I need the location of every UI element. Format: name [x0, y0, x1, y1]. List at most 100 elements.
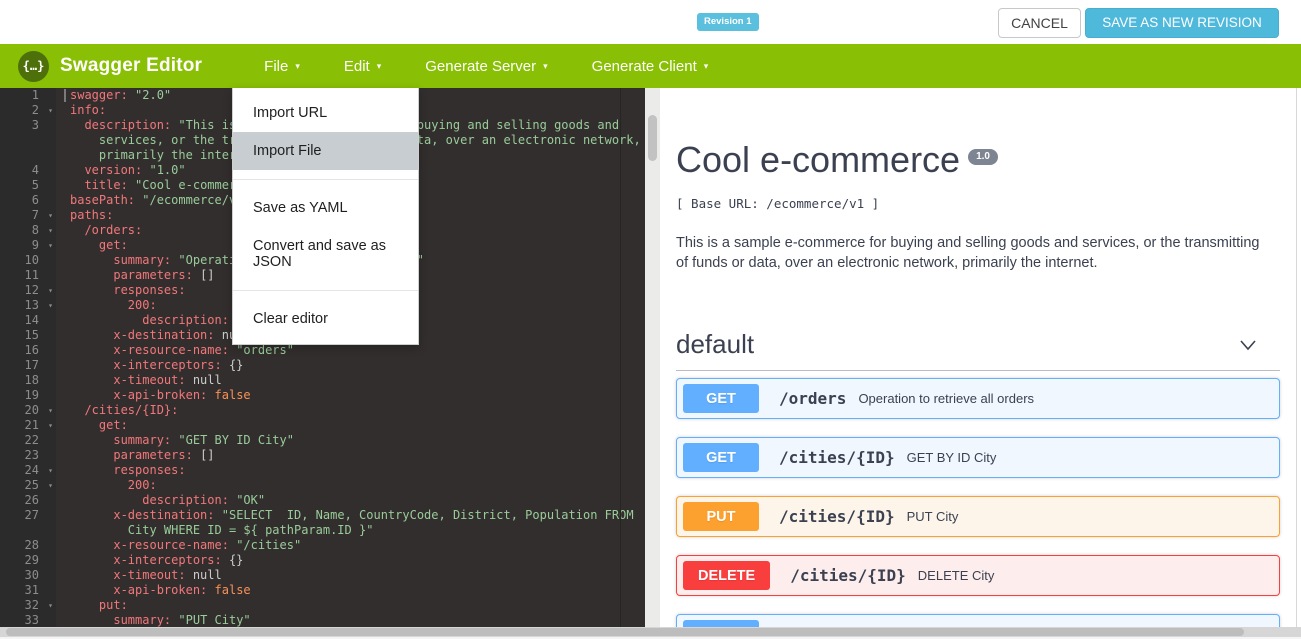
code-token: null: [186, 568, 222, 582]
code-token: null: [186, 373, 222, 387]
editor-gutter-cell: 6: [0, 193, 56, 208]
editor-line: 26 description: "OK": [0, 493, 645, 508]
fold-arrow-icon[interactable]: ▾: [48, 598, 53, 613]
endpoint-row-get[interactable]: GET/cities/{ID}GET BY ID City: [676, 437, 1280, 478]
code-token: /orders:: [84, 223, 142, 237]
menu-generate-server-label: Generate Server: [425, 58, 536, 75]
fold-arrow-icon[interactable]: ▾: [48, 298, 53, 313]
horizontal-scrollbar[interactable]: [0, 627, 1301, 637]
editor-code-cell: info:: [56, 103, 106, 118]
editor-gutter-cell: 14: [0, 313, 56, 328]
base-url: [ Base URL: /ecommerce/v1 ]: [676, 196, 1280, 211]
editor-code-cell: paths:: [56, 208, 113, 223]
editor-gutter-cell: 26: [0, 493, 56, 508]
code-token: false: [215, 388, 251, 402]
menu-generate-client[interactable]: Generate Client▾: [578, 47, 723, 86]
editor-code-cell: swagger: "2.0": [56, 88, 171, 103]
editor-line: 30 x-timeout: null: [0, 568, 645, 583]
code-token: []: [193, 268, 215, 282]
editor-line: 29 x-interceptors: {}: [0, 553, 645, 568]
code-token: title:: [84, 178, 127, 192]
code-token: [70, 298, 128, 312]
editor-gutter-cell: 32▾: [0, 598, 56, 613]
endpoint-list: GET/ordersOperation to retrieve all orde…: [676, 378, 1280, 627]
menu-item-import-file[interactable]: Import File: [233, 132, 418, 170]
editor-code-cell: /orders:: [56, 223, 142, 238]
method-badge: GET: [683, 384, 759, 413]
fold-arrow-icon[interactable]: ▾: [48, 223, 53, 238]
fold-arrow-icon[interactable]: ▾: [48, 418, 53, 433]
code-token: [70, 328, 113, 342]
menu-item-clear-editor[interactable]: Clear editor: [233, 300, 418, 338]
editor-line: 24▾ responses:: [0, 463, 645, 478]
editor-gutter-cell: [0, 148, 56, 163]
editor-code-cell: x-destination: "SELECT ID, Name, Country…: [56, 508, 634, 523]
main-split: 1swagger: "2.0"2▾info:3 description: "Th…: [0, 88, 1301, 627]
editor-code-cell: put:: [56, 598, 128, 613]
api-title: Cool e-commerce1.0: [676, 140, 1280, 180]
code-token: description:: [84, 118, 171, 132]
code-token: [215, 508, 222, 522]
code-token: get:: [99, 418, 128, 432]
menu-file[interactable]: File▾: [250, 47, 314, 86]
code-token: x-timeout:: [113, 568, 185, 582]
menu-edit[interactable]: Edit▾: [330, 47, 395, 86]
editor-gutter-cell: 7▾: [0, 208, 56, 223]
fold-arrow-icon[interactable]: ▾: [48, 103, 53, 118]
code-token: "1.0": [149, 163, 185, 177]
endpoint-row-delete[interactable]: DELETE/cities/{ID}DELETE City: [676, 555, 1280, 596]
save-as-new-revision-button[interactable]: SAVE AS NEW REVISION: [1085, 8, 1279, 38]
code-token: responses:: [113, 283, 185, 297]
code-token: [70, 568, 113, 582]
method-badge: GET: [683, 620, 759, 627]
editor-gutter-cell: [0, 523, 56, 538]
fold-arrow-icon[interactable]: ▾: [48, 403, 53, 418]
fold-arrow-icon[interactable]: ▾: [48, 283, 53, 298]
editor-code-cell: x-api-broken: false: [56, 388, 251, 403]
code-token: [70, 613, 113, 627]
code-token: false: [215, 583, 251, 597]
endpoint-row-get[interactable]: GET/ordersOperation to retrieve all orde…: [676, 378, 1280, 419]
editor-print-margin: [620, 88, 621, 627]
code-token: [70, 598, 99, 612]
code-token: basePath:: [70, 193, 135, 207]
menu-item-import-url[interactable]: Import URL: [233, 94, 418, 132]
editor-line: 19 x-api-broken: false: [0, 388, 645, 403]
editor-vertical-scrollbar[interactable]: [645, 88, 660, 627]
editor-code-cell: version: "1.0": [56, 163, 186, 178]
fold-arrow-icon[interactable]: ▾: [48, 478, 53, 493]
editor-code-cell: x-timeout: null: [56, 568, 222, 583]
cancel-button[interactable]: CANCEL: [998, 8, 1081, 38]
code-token: 200:: [128, 298, 157, 312]
editor-vertical-scrollbar-thumb[interactable]: [648, 115, 657, 161]
code-token: parameters:: [113, 268, 192, 282]
code-token: [70, 283, 113, 297]
menu-generate-server[interactable]: Generate Server▾: [411, 47, 561, 86]
menu-item-convert-and-save-as-json[interactable]: Convert and save as JSON: [233, 227, 418, 281]
fold-arrow-icon[interactable]: ▾: [48, 238, 53, 253]
code-token: [70, 403, 84, 417]
editor-gutter-cell: 9▾: [0, 238, 56, 253]
editor-line: 27 x-destination: "SELECT ID, Name, Coun…: [0, 508, 645, 523]
default-section-header[interactable]: default: [676, 329, 1280, 360]
code-token: {}: [222, 553, 244, 567]
code-token: get:: [99, 238, 128, 252]
editor-gutter-cell: 19: [0, 388, 56, 403]
menu-item-save-as-yaml[interactable]: Save as YAML: [233, 189, 418, 227]
editor-code-cell: description: "OK": [56, 493, 265, 508]
editor-gutter-cell: 20▾: [0, 403, 56, 418]
code-token: summary:: [113, 253, 171, 267]
code-token: {}: [222, 358, 244, 372]
editor-code-cell: title: "Cool e-commerce": [56, 178, 258, 193]
fold-arrow-icon[interactable]: ▾: [48, 208, 53, 223]
fold-arrow-icon[interactable]: ▾: [48, 463, 53, 478]
menu-divider: [233, 179, 418, 180]
endpoint-row-put[interactable]: PUT/cities/{ID}PUT City: [676, 496, 1280, 537]
code-token: 200:: [128, 478, 157, 492]
horizontal-scrollbar-thumb[interactable]: [6, 628, 1244, 636]
chevron-down-icon[interactable]: [1238, 335, 1258, 355]
editor-cursor: [64, 89, 66, 102]
endpoint-row-get[interactable]: GET/citiesGET City: [676, 614, 1280, 627]
endpoint-summary: DELETE City: [918, 568, 995, 583]
code-token: x-interceptors:: [113, 553, 221, 567]
